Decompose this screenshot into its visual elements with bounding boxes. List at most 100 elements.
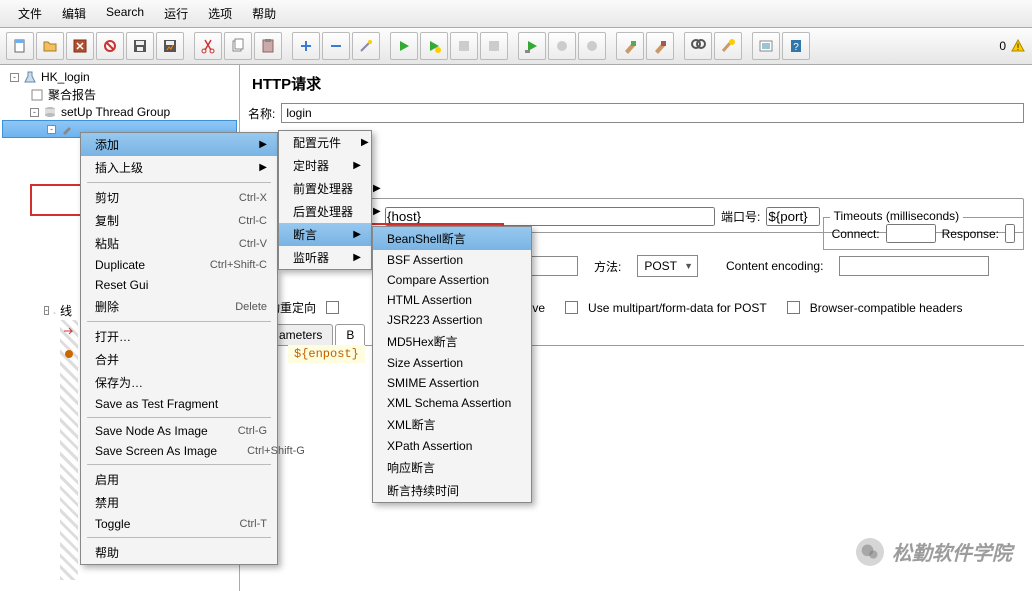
spool-icon (43, 105, 57, 119)
menu-item[interactable]: Save Screen As ImageCtrl+Shift-G (81, 441, 277, 461)
copy-icon[interactable] (224, 32, 252, 60)
expand-icon[interactable] (292, 32, 320, 60)
help-icon[interactable]: ? (782, 32, 810, 60)
redirect-checkbox[interactable] (326, 301, 339, 314)
path-input[interactable] (528, 256, 578, 276)
menu-item[interactable]: ToggleCtrl-T (81, 514, 277, 534)
cut-icon[interactable] (194, 32, 222, 60)
menu-item[interactable]: Reset Gui (81, 275, 277, 295)
menu-item[interactable]: 粘贴Ctrl-V (81, 232, 277, 255)
menu-item[interactable]: 监听器▶ (279, 246, 371, 269)
tab-body[interactable]: B (335, 324, 365, 345)
tree-toggle-icon[interactable]: - (44, 306, 49, 315)
menu-item[interactable]: XPath Assertion (373, 436, 531, 456)
menu-item[interactable]: Size Assertion (373, 353, 531, 373)
tree-item-thread[interactable]: - 线 (44, 301, 74, 320)
menu-item[interactable]: 删除Delete (81, 295, 277, 318)
tree-item-setup[interactable]: - setUp Thread Group (2, 104, 237, 120)
name-input[interactable] (281, 103, 1024, 123)
body-data[interactable]: ${enpost} (288, 345, 365, 363)
menu-item[interactable]: 响应断言 (373, 456, 531, 479)
host-input[interactable] (385, 207, 715, 226)
menu-item[interactable]: 禁用 (81, 491, 277, 514)
port-input[interactable] (766, 207, 820, 226)
menu-item[interactable]: 后置处理器▶ (279, 200, 371, 223)
spool-icon (53, 304, 56, 318)
browser-checkbox[interactable] (787, 301, 800, 314)
collapse-icon[interactable] (322, 32, 350, 60)
file-new-icon[interactable] (6, 32, 34, 60)
save-icon[interactable] (126, 32, 154, 60)
tree-item-summary[interactable]: 聚合报告 (2, 85, 237, 104)
connect-input[interactable] (886, 224, 936, 243)
wechat-icon (856, 538, 884, 566)
menu-search[interactable]: Search (96, 2, 154, 25)
menu-item[interactable]: 断言▶ (279, 223, 371, 246)
remote-stop-icon[interactable] (548, 32, 576, 60)
run-no-timer-icon[interactable] (420, 32, 448, 60)
menu-item[interactable]: DuplicateCtrl+Shift-C (81, 255, 277, 275)
menu-item[interactable]: Save Node As ImageCtrl-G (81, 421, 277, 441)
submenu-arrow-icon: ▶ (239, 139, 267, 150)
method-select[interactable]: POST (637, 255, 698, 277)
menu-item-label: Compare Assertion (387, 273, 489, 287)
save-all-icon[interactable] (156, 32, 184, 60)
stop-icon[interactable] (450, 32, 478, 60)
clear-all-icon[interactable] (646, 32, 674, 60)
menu-item[interactable]: 剪切Ctrl-X (81, 186, 277, 209)
menu-item[interactable]: 配置元件▶ (279, 131, 371, 154)
menu-item[interactable]: HTML Assertion (373, 290, 531, 310)
menu-help[interactable]: 帮助 (242, 2, 286, 25)
encoding-input[interactable] (839, 256, 989, 276)
menu-item[interactable]: 添加▶ (81, 133, 277, 156)
find-icon[interactable] (684, 32, 712, 60)
undo-icon[interactable] (96, 32, 124, 60)
menu-item[interactable]: 复制Ctrl-C (81, 209, 277, 232)
folder-open-icon[interactable] (36, 32, 64, 60)
tree-root[interactable]: - HK_login (2, 69, 237, 85)
menu-run[interactable]: 运行 (154, 2, 198, 25)
menu-item[interactable]: BeanShell断言 (373, 227, 531, 250)
menu-item[interactable]: 帮助 (81, 541, 277, 564)
menu-item[interactable]: SMIME Assertion (373, 373, 531, 393)
clear-icon[interactable] (616, 32, 644, 60)
menu-item[interactable]: JSR223 Assertion (373, 310, 531, 330)
tree-toggle-icon[interactable]: - (10, 73, 19, 82)
menu-item[interactable]: Compare Assertion (373, 270, 531, 290)
response-input[interactable] (1005, 224, 1015, 243)
clear-search-icon[interactable] (714, 32, 742, 60)
run-icon[interactable] (390, 32, 418, 60)
menu-file[interactable]: 文件 (8, 2, 52, 25)
toolbar: ? 0 ! (0, 28, 1032, 65)
menu-item[interactable]: 插入上级▶ (81, 156, 277, 179)
menubar: 文件 编辑 Search 运行 选项 帮助 (0, 0, 1032, 28)
menu-item[interactable]: 前置处理器▶ (279, 177, 371, 200)
menu-shortcut: Ctrl-V (209, 238, 267, 250)
close-icon[interactable] (66, 32, 94, 60)
menu-item[interactable]: XML Schema Assertion (373, 393, 531, 413)
wand-icon[interactable] (352, 32, 380, 60)
menu-item[interactable]: 断言持续时间 (373, 479, 531, 502)
menu-edit[interactable]: 编辑 (52, 2, 96, 25)
menu-item[interactable]: Save as Test Fragment (81, 394, 277, 414)
tree-toggle-icon[interactable]: - (30, 108, 39, 117)
menu-item[interactable]: 定时器▶ (279, 154, 371, 177)
menu-options[interactable]: 选项 (198, 2, 242, 25)
function-icon[interactable] (752, 32, 780, 60)
menu-item[interactable]: MD5Hex断言 (373, 330, 531, 353)
menu-item[interactable]: 启用 (81, 468, 277, 491)
paste-icon[interactable] (254, 32, 282, 60)
menu-item-label: Save Screen As Image (95, 444, 217, 458)
warning-count-value: 0 (999, 39, 1006, 53)
menu-item[interactable]: XML断言 (373, 413, 531, 436)
menu-item-label: XPath Assertion (387, 439, 472, 453)
tree-toggle-icon[interactable]: - (47, 125, 56, 134)
menu-item[interactable]: 打开… (81, 325, 277, 348)
menu-item[interactable]: BSF Assertion (373, 250, 531, 270)
remote-start-icon[interactable] (518, 32, 546, 60)
multipart-checkbox[interactable] (565, 301, 578, 314)
shutdown-icon[interactable] (480, 32, 508, 60)
menu-item[interactable]: 保存为… (81, 371, 277, 394)
remote-shutdown-icon[interactable] (578, 32, 606, 60)
menu-item[interactable]: 合并 (81, 348, 277, 371)
